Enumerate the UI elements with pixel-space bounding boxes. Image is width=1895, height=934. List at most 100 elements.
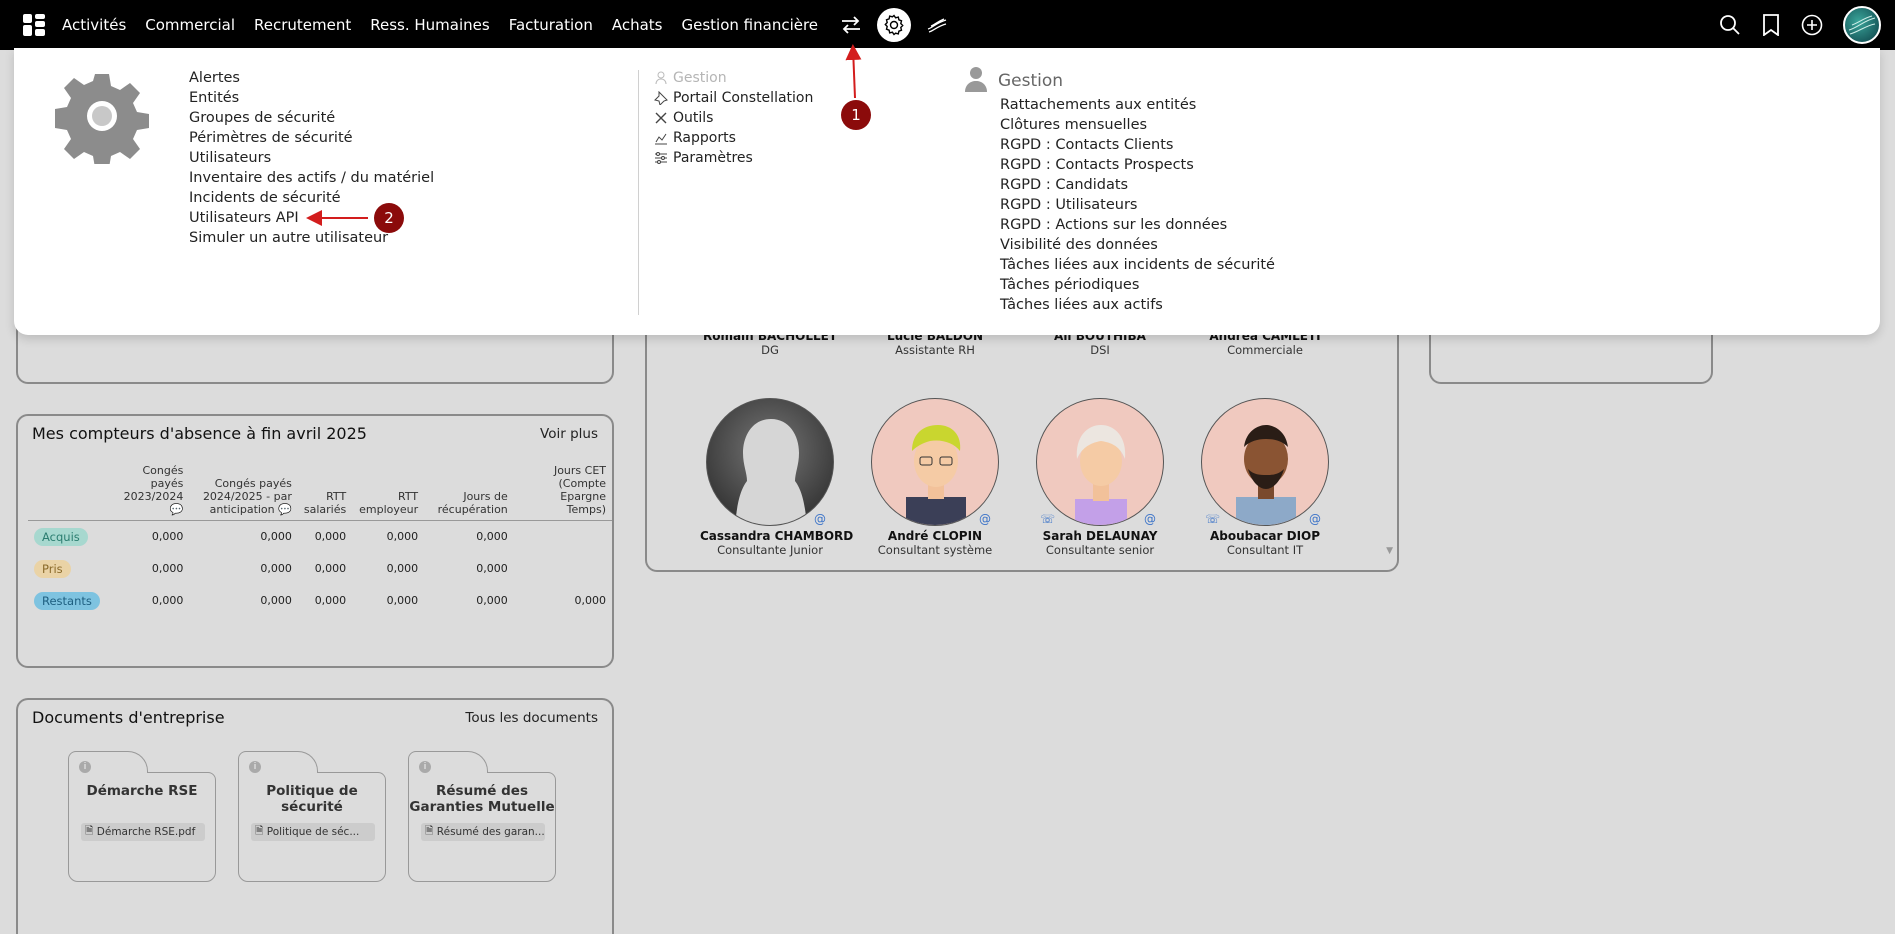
email-at-icon[interactable]: @ [814,512,826,526]
team-member[interactable]: André CLOPIN Consultant système @ [865,398,1005,557]
add-circle-icon[interactable] [1799,12,1825,38]
member-photo [1201,398,1329,526]
info-icon[interactable]: i [419,761,431,773]
table-cell: 0,000 [476,594,508,607]
document-file-name: Résumé des garan... [436,826,545,838]
apps-grid-icon[interactable] [22,13,46,37]
category-portail-constellation[interactable]: Portail Constellation [654,88,813,108]
team-member[interactable]: Aboubacar DIOP Consultant IT ☏ @ [1195,398,1335,557]
bookmark-icon[interactable] [1758,12,1784,38]
email-at-icon[interactable]: @ [979,512,991,526]
menu-item-utilisateurs[interactable]: Utilisateurs [189,148,434,168]
category-label: Paramètres [673,150,753,166]
category-rapports[interactable]: Rapports [654,128,813,148]
transfer-arrows-icon[interactable] [837,11,865,39]
comment-icon[interactable]: 💬 [278,503,292,516]
team-card: Romain BACHOLLET DG Lucie BALDON Assista… [645,300,1399,572]
nav-activites[interactable]: Activités [62,16,126,34]
scroll-down-icon[interactable]: ▼ [1386,546,1393,556]
member-role: Consultante Junior [717,543,823,557]
member-role: Commerciale [1227,343,1303,357]
phone-icon[interactable]: ☏ [1040,512,1055,526]
callout-badge-1: 1 [841,100,871,130]
member-role: Consultant IT [1226,543,1304,557]
table-cell: 0,000 [260,562,292,575]
document-name: Résumé des Garanties Mutuelle [409,783,555,815]
document-file-chip[interactable]: 🗎 Politique de séc... [251,823,375,841]
category-label: Portail Constellation [673,90,814,106]
absence-card: Mes compteurs d'absence à fin avril 2025… [16,414,614,668]
nav-ress-humaines[interactable]: Ress. Humaines [370,16,489,34]
member-role: DG [761,343,779,357]
table-cell: 0,000 [151,530,184,544]
email-at-icon[interactable]: @ [1309,512,1321,526]
table-cell: 0,000 [574,594,607,607]
table-cell: 0,000 [476,562,508,575]
document-file-chip[interactable]: 🗎 Résumé des garan... [421,823,545,841]
document-folder[interactable]: i Démarche RSE 🗎 Démarche RSE.pdf [68,751,216,882]
menu-item-rgpd-candidats[interactable]: RGPD : Candidats [1000,175,1275,195]
menu-item-rgpd-actions[interactable]: RGPD : Actions sur les données [1000,215,1275,235]
top-right-tools [1702,0,1895,50]
team-member[interactable]: Sarah DELAUNAY Consultante senior ☏ @ [1030,398,1170,557]
document-folder[interactable]: i Politique de sécurité 🗎 Politique de s… [238,751,386,882]
pdf-file-icon: 🗎 [85,825,97,837]
document-file-chip[interactable]: 🗎 Démarche RSE.pdf [81,823,205,841]
table-header-cell: Jours de récupération [424,464,514,521]
row-label-cell: Pris [28,553,106,585]
category-outils[interactable]: Outils [654,108,813,128]
table-cell [514,521,612,553]
menu-item-visibilite[interactable]: Visibilité des données [1000,235,1275,255]
pdf-file-icon: 🗎 [425,825,437,837]
member-name: André CLOPIN [887,529,983,543]
menu-item-rgpd-prospects[interactable]: RGPD : Contacts Prospects [1000,155,1275,175]
settings-gear-icon[interactable] [877,8,912,42]
info-icon[interactable]: i [249,761,261,773]
table-header-cell: Jours CET (Compte Epargne Temps) [513,464,612,521]
menu-item-groupes-securite[interactable]: Groupes de sécurité [189,108,434,128]
gestion-section-header: Gestion [964,66,1063,96]
menu-item-taches-incidents[interactable]: Tâches liées aux incidents de sécurité [1000,255,1275,275]
category-label: Outils [673,110,714,126]
category-parametres[interactable]: Paramètres [654,148,813,168]
nav-achats[interactable]: Achats [612,16,663,34]
person-icon [964,66,988,96]
comment-icon[interactable]: 💬 [170,503,184,516]
email-at-icon[interactable]: @ [1144,512,1156,526]
table-cell: 0,000 [151,562,184,575]
table-cell: 0,000 [260,530,292,544]
waves-icon[interactable] [923,11,951,39]
tools-icon [654,111,668,125]
info-icon[interactable]: i [79,761,91,773]
table-cell: 0,000 [314,562,347,575]
menu-item-entites[interactable]: Entités [189,88,434,108]
nav-facturation[interactable]: Facturation [509,16,593,34]
nav-commercial[interactable]: Commercial [145,16,235,34]
phone-icon[interactable]: ☏ [1205,512,1220,526]
menu-item-rgpd-clients[interactable]: RGPD : Contacts Clients [1000,135,1275,155]
large-gear-icon [54,68,150,168]
nav-recrutement[interactable]: Recrutement [254,16,351,34]
nav-gestion-financiere[interactable]: Gestion financière [682,16,819,34]
menu-item-rgpd-utilisateurs[interactable]: RGPD : Utilisateurs [1000,195,1275,215]
menu-item-perimetres-securite[interactable]: Périmètres de sécurité [189,128,434,148]
menu-item-clotures[interactable]: Clôtures mensuelles [1000,115,1275,135]
document-folder[interactable]: i Résumé des Garanties Mutuelle 🗎 Résumé… [408,751,556,882]
search-icon[interactable] [1717,12,1743,38]
voir-plus-link[interactable]: Voir plus [540,426,598,442]
menu-item-taches-actifs[interactable]: Tâches liées aux actifs [1000,295,1275,315]
user-avatar[interactable] [1843,6,1881,44]
all-documents-link[interactable]: Tous les documents [465,710,598,726]
menu-item-inventaire-actifs[interactable]: Inventaire des actifs / du matériel [189,168,434,188]
menu-item-alertes[interactable]: Alertes [189,68,434,88]
menu-item-taches-periodiques[interactable]: Tâches périodiques [1000,275,1275,295]
team-member[interactable]: Cassandra CHAMBORD Consultante Junior @ [700,398,853,557]
member-photo [871,398,999,526]
pdf-file-icon: 🗎 [255,825,267,837]
table-header-cell: RTT employeur [352,464,425,521]
member-name: Aboubacar DIOP [1209,529,1321,543]
menu-item-simuler-utilisateur[interactable]: Simuler un autre utilisateur [189,228,434,248]
table-header-cell: RTT salariés [297,464,353,521]
menu-item-rattachements[interactable]: Rattachements aux entités [1000,95,1275,115]
table-cell: 0,000 [476,530,508,544]
